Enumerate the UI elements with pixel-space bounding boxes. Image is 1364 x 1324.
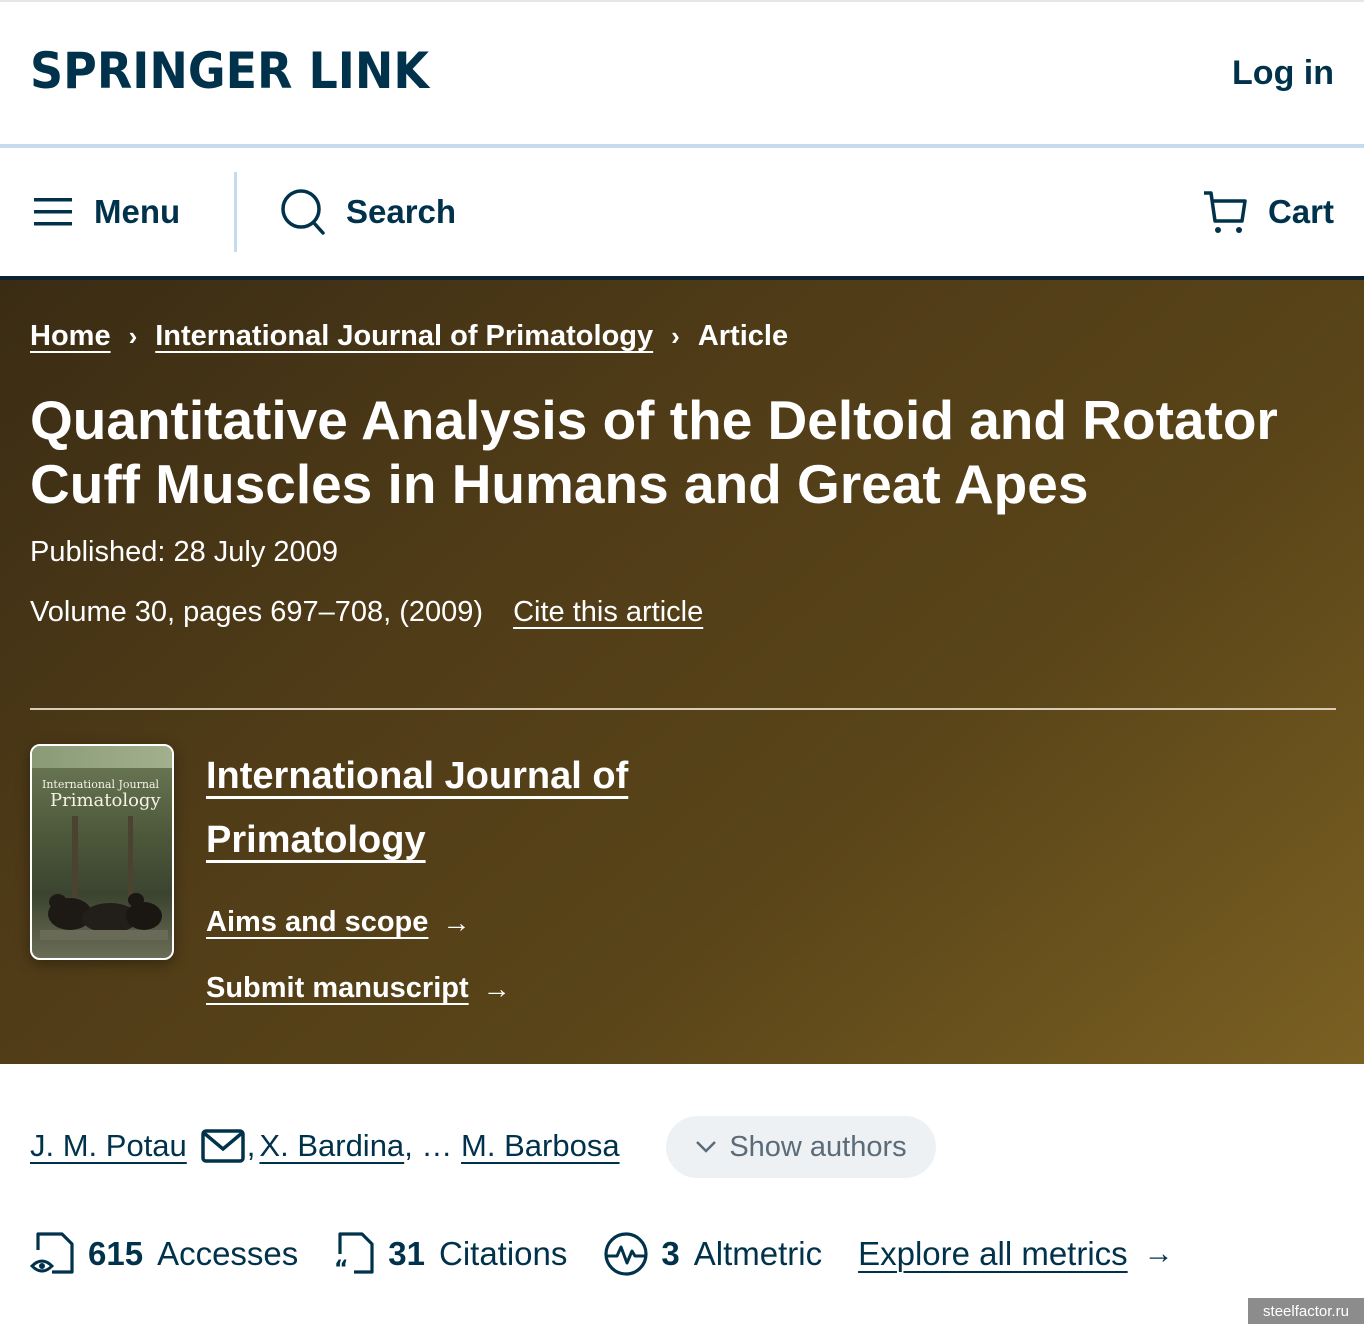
metrics-bar: 615 Accesses “ 31 Citations 3 Altmetric … [30, 1222, 1174, 1286]
author-separator: , [246, 1128, 256, 1163]
article-title: Quantitative Analysis of the Deltoid and… [30, 389, 1278, 515]
arrow-right-icon: → [442, 906, 471, 938]
chevron-down-icon [696, 1141, 717, 1153]
article-hero: Home › International Journal of Primatol… [0, 276, 1364, 1064]
published-date: Published: 28 July 2009 [30, 536, 338, 568]
volume-info: Volume 30, pages 697–708, (2009) Cite th… [30, 596, 703, 629]
cart-label: Cart [1267, 193, 1334, 230]
citations-label: Citations [439, 1235, 568, 1272]
search-icon [281, 189, 325, 235]
cover-title-line2: Primatology [50, 790, 161, 811]
cite-article-link[interactable]: Cite this article [513, 596, 703, 629]
accesses-count: 615 [88, 1235, 144, 1272]
journal-cover-image[interactable]: International Journal Primatology [30, 744, 174, 960]
explore-metrics: Explore all metrics → [858, 1235, 1174, 1273]
author-separator [452, 1128, 461, 1164]
chimpanzee-illustration [40, 893, 168, 940]
site-header: SPRINGER LINK Log in [0, 0, 1364, 146]
author-link[interactable]: J. M. Potau [30, 1128, 187, 1164]
watermark: steelfactor.ru [1248, 1298, 1364, 1324]
altmetric-count: 3 [661, 1235, 680, 1272]
explore-metrics-link[interactable]: Explore all metrics [858, 1235, 1128, 1273]
breadcrumb-journal[interactable]: International Journal of Primatology [155, 320, 653, 353]
breadcrumb: Home › International Journal of Primatol… [30, 320, 788, 353]
breadcrumb-home[interactable]: Home [30, 320, 111, 353]
nav-bar: Menu Search Cart [0, 148, 1364, 276]
chevron-right-icon: › [128, 321, 138, 351]
altmetric-label: Altmetric [693, 1235, 823, 1272]
cart-button[interactable]: Cart [1202, 148, 1334, 276]
aims-scope-link[interactable]: Aims and scope [206, 906, 428, 939]
journal-title-link-line2[interactable]: Primatology [206, 819, 426, 861]
author-link[interactable]: X. Bardina [259, 1128, 404, 1164]
search-button[interactable]: Search [280, 148, 456, 276]
altmetric-icon [604, 1232, 648, 1276]
altmetric-metric: 3 Altmetric [603, 1231, 822, 1277]
journal-title-link-line1[interactable]: International Journal of [206, 755, 628, 797]
accesses-icon [30, 1232, 74, 1274]
accesses-metric: 615 Accesses [30, 1230, 298, 1278]
cover-band [32, 746, 172, 768]
search-label: Search [346, 193, 457, 230]
chevron-right-icon: › [671, 321, 680, 351]
citations-count: 31 [388, 1235, 425, 1272]
springer-link-logo[interactable]: SPRINGER LINK [30, 46, 429, 96]
cart-icon [1203, 191, 1247, 233]
arrow-right-icon: → [482, 972, 511, 1004]
author-link[interactable]: M. Barbosa [461, 1128, 620, 1164]
menu-button[interactable]: Menu [32, 148, 180, 276]
submit-manuscript-link[interactable]: Submit manuscript [206, 972, 469, 1005]
menu-label: Menu [94, 193, 181, 230]
show-authors-label: Show authors [729, 1130, 907, 1163]
nav-separator [234, 172, 237, 252]
submit-manuscript-row: Submit manuscript → [206, 972, 511, 1005]
citations-metric: “ 31 Citations [334, 1230, 567, 1278]
hero-divider [30, 708, 1336, 710]
arrow-right-icon: → [1143, 1237, 1174, 1270]
email-icon[interactable] [201, 1128, 245, 1164]
login-link[interactable]: Log in [1232, 54, 1334, 93]
show-authors-button[interactable]: Show authors [666, 1116, 936, 1178]
author-separator: , [404, 1128, 422, 1163]
breadcrumb-current: Article [697, 320, 789, 352]
svg-text:“: “ [334, 1257, 348, 1278]
hamburger-icon [34, 198, 72, 226]
accesses-label: Accesses [157, 1235, 299, 1272]
author-ellipsis: … [421, 1128, 453, 1163]
journal-title: International Journal of Primatology [206, 744, 628, 872]
author-list: J. M. Potau , X. Bardina , … M. Barbosa [30, 1116, 620, 1176]
citations-icon: “ [334, 1232, 374, 1278]
aims-scope-row: Aims and scope → [206, 906, 470, 939]
volume-pages: Volume 30, pages 697–708, (2009) [30, 596, 484, 628]
